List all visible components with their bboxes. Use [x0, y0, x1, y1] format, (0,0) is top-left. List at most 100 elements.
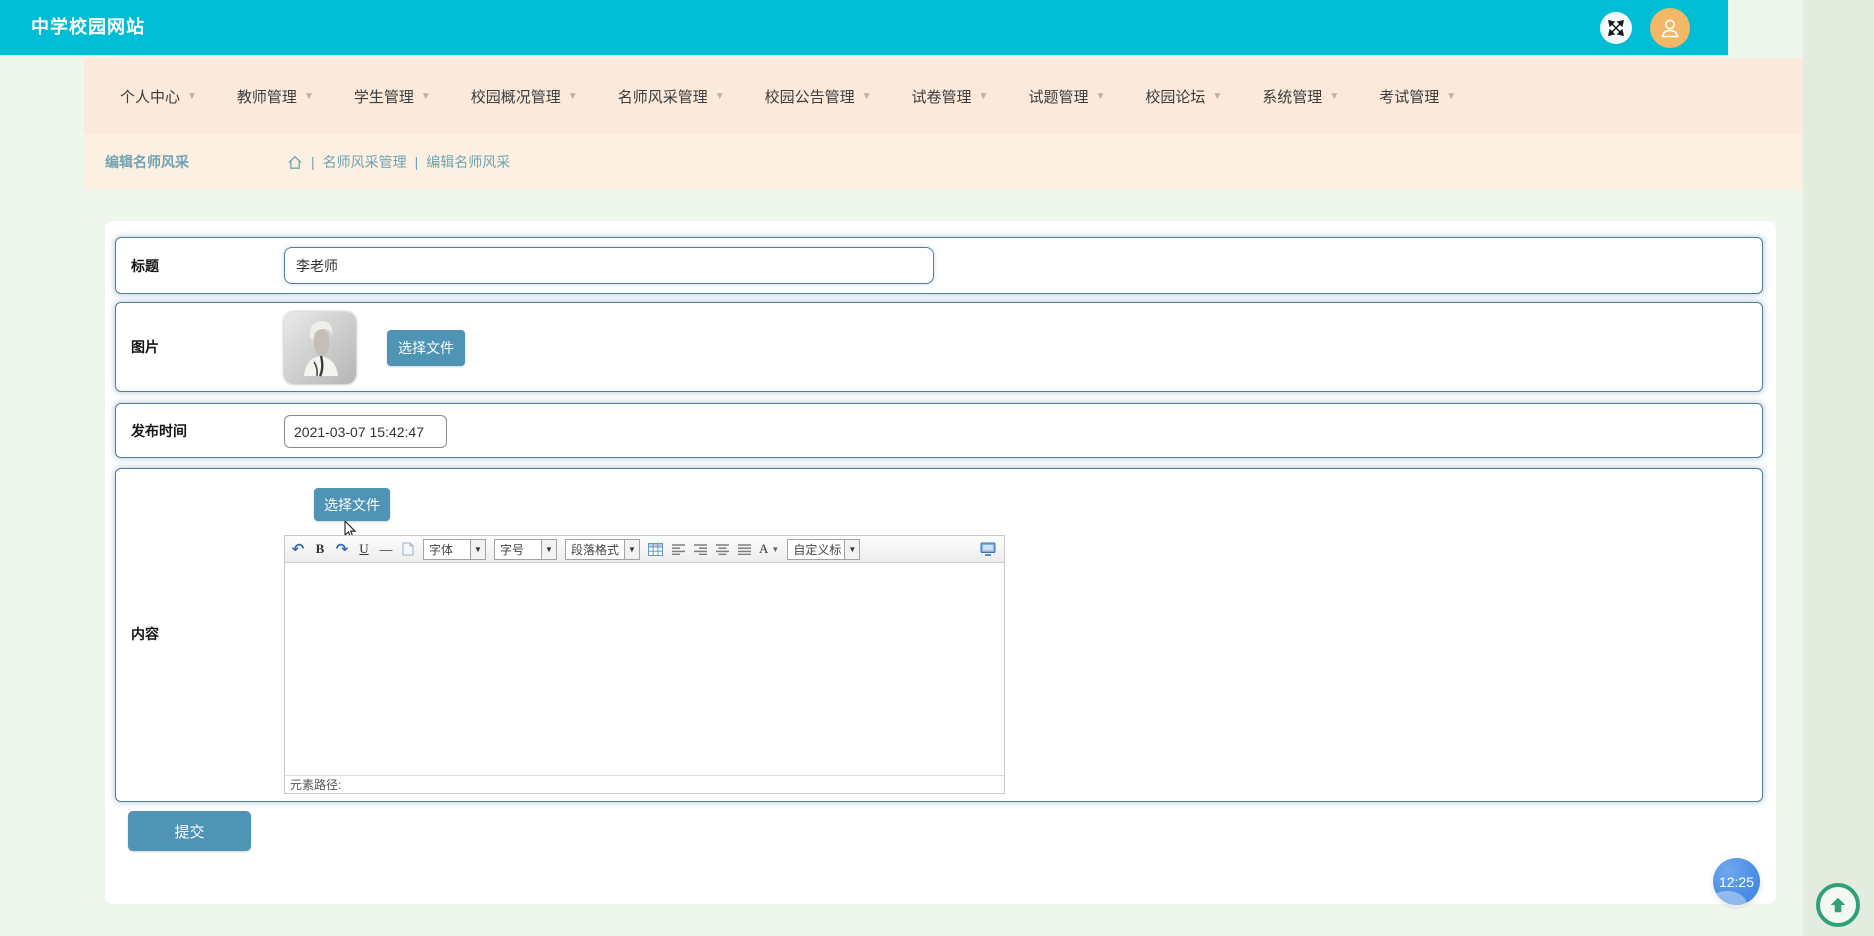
- choose-image-button[interactable]: 选择文件: [387, 330, 465, 366]
- bold-button[interactable]: B: [313, 539, 327, 559]
- clock-widget[interactable]: 12:25: [1713, 858, 1760, 905]
- nav-item-famous-teacher-management[interactable]: 名师风采管理 ▼: [598, 78, 745, 115]
- nav-item-label: 学生管理: [353, 88, 414, 106]
- publish-time-label: 发布时间: [131, 422, 187, 439]
- rich-text-editor: ↶ B ↷ U — 字体 ▼ 字号 ▼ 段落格式 ▼ A ▼ 自定义标 ▼ 元素…: [284, 535, 1005, 794]
- user-avatar-button[interactable]: [1650, 7, 1690, 48]
- title-label: 标题: [131, 257, 159, 274]
- chevron-down-icon: ▼: [1329, 90, 1340, 102]
- nav-item-teacher-management[interactable]: 教师管理 ▼: [217, 78, 334, 115]
- expand-arrows-icon: [1608, 19, 1624, 36]
- paragraph-format-value: 段落格式: [571, 542, 620, 557]
- font-size-select[interactable]: 字号 ▼: [494, 538, 557, 560]
- custom-style-select[interactable]: 自定义标 ▼: [787, 538, 861, 560]
- breadcrumb: 编辑名师风采 | 名师风采管理 | 编辑名师风采: [84, 134, 1803, 190]
- back-to-top-button[interactable]: [1816, 883, 1860, 927]
- chevron-down-icon: ▼: [420, 90, 431, 102]
- underline-button[interactable]: U: [357, 539, 371, 559]
- font-family-select[interactable]: 字体 ▼: [423, 538, 486, 560]
- chevron-down-icon: ▼: [1095, 90, 1106, 102]
- nav-item-campus-forum[interactable]: 校园论坛 ▼: [1125, 78, 1242, 115]
- editor-content-area[interactable]: [285, 563, 1004, 775]
- chevron-down-icon: ▼: [1212, 90, 1223, 102]
- nav-item-label: 试卷管理: [911, 88, 972, 106]
- breadcrumb-separator: |: [311, 154, 315, 170]
- page-title: 编辑名师风采: [105, 154, 189, 170]
- font-family-value: 字体: [429, 542, 454, 557]
- redo-icon[interactable]: ↷: [335, 539, 349, 559]
- nav-item-question-management[interactable]: 试题管理 ▼: [1008, 78, 1125, 115]
- nav-item-label: 试题管理: [1028, 88, 1089, 106]
- align-justify-icon[interactable]: [737, 539, 751, 559]
- nav-item-label: 名师风采管理: [617, 88, 708, 106]
- page-right-gutter: [1803, 0, 1874, 936]
- breadcrumb-separator: |: [414, 154, 419, 170]
- element-path-label: 元素路径:: [290, 778, 342, 792]
- chevron-down-icon: ▼: [567, 90, 578, 102]
- fullscreen-button[interactable]: [1600, 11, 1632, 44]
- nav-item-personal-center[interactable]: 个人中心 ▼: [100, 78, 217, 115]
- table-icon[interactable]: [648, 539, 663, 559]
- align-left-icon[interactable]: [671, 539, 685, 559]
- editor-toolbar: ↶ B ↷ U — 字体 ▼ 字号 ▼ 段落格式 ▼ A ▼ 自定义标 ▼: [285, 536, 1004, 563]
- element-path-bar: 元素路径:: [285, 775, 1004, 794]
- custom-style-value: 自定义标: [793, 542, 842, 557]
- content-label: 内容: [131, 626, 159, 642]
- title-input[interactable]: [284, 247, 934, 284]
- chevron-down-icon: ▼: [771, 544, 780, 554]
- chevron-down-icon: ▼: [978, 90, 989, 102]
- home-icon[interactable]: [287, 155, 303, 170]
- nav-item-campus-overview-management[interactable]: 校园概况管理 ▼: [451, 78, 598, 115]
- paragraph-format-select[interactable]: 段落格式 ▼: [565, 538, 640, 560]
- nav-item-label: 校园概况管理: [470, 88, 561, 106]
- nav-item-label: 校园公告管理: [764, 88, 855, 106]
- chevron-down-icon: ▼: [844, 539, 860, 559]
- nav-item-label: 校园论坛: [1145, 88, 1206, 106]
- nav-item-exam-paper-management[interactable]: 试卷管理 ▼: [892, 78, 1009, 115]
- font-color-letter: A: [759, 541, 769, 556]
- nav-item-label: 系统管理: [1262, 88, 1323, 106]
- nav-item-exam-management[interactable]: 考试管理 ▼: [1359, 78, 1476, 115]
- font-color-button[interactable]: A ▼: [759, 539, 779, 559]
- chevron-down-icon: ▼: [1446, 90, 1457, 102]
- teacher-photo: [284, 312, 356, 384]
- form-row-content: 内容 选择文件 ↶ B ↷ U — 字体 ▼ 字号 ▼ 段落格式 ▼ A ▼ 自…: [115, 468, 1763, 802]
- submit-button[interactable]: 提交: [128, 811, 251, 851]
- nav-item-system-management[interactable]: 系统管理 ▼: [1242, 78, 1359, 115]
- chevron-down-icon: ▼: [303, 90, 314, 102]
- undo-icon[interactable]: ↶: [291, 539, 305, 559]
- breadcrumb-link[interactable]: 名师风采管理: [323, 152, 407, 172]
- publish-time-input[interactable]: [284, 415, 447, 448]
- clock-time: 12:25: [1718, 873, 1755, 890]
- chevron-down-icon: ▼: [624, 539, 639, 559]
- nav-item-label: 教师管理: [236, 88, 297, 106]
- form-row-title: 标题: [115, 237, 1763, 294]
- align-right-icon[interactable]: [693, 539, 707, 559]
- chevron-down-icon: ▼: [714, 90, 725, 102]
- main-nav: 个人中心 ▼ 教师管理 ▼ 学生管理 ▼ 校园概况管理 ▼ 名师风采管理 ▼ 校园公告管理…: [84, 58, 1803, 134]
- nav-item-label: 考试管理: [1379, 88, 1440, 106]
- choose-content-file-button[interactable]: 选择文件: [314, 488, 390, 521]
- horizontal-rule-button[interactable]: —: [379, 539, 393, 559]
- user-icon: [1661, 19, 1679, 37]
- form-row-image: 图片 选择文件: [115, 302, 1763, 392]
- page: 中学校园网站 个人中心 ▼ 教师管理 ▼ 学生管理 ▼ 校园概况管理 ▼ 名师风…: [0, 0, 1874, 936]
- image-label: 图片: [131, 339, 159, 355]
- chevron-down-icon: ▼: [541, 539, 556, 559]
- chevron-down-icon: ▼: [470, 539, 485, 559]
- paste-icon[interactable]: [401, 539, 415, 559]
- nav-item-student-management[interactable]: 学生管理 ▼: [334, 78, 451, 115]
- fullscreen-editor-icon[interactable]: [980, 539, 996, 559]
- header-actions: [1600, 0, 1690, 55]
- nav-item-campus-announcement-management[interactable]: 校园公告管理 ▼: [745, 78, 892, 115]
- align-center-icon[interactable]: [715, 539, 729, 559]
- app-header: 中学校园网站: [0, 0, 1728, 55]
- arrow-up-icon: [1830, 897, 1846, 913]
- form-card: 标题 图片 选择文件: [105, 221, 1776, 904]
- form-row-publish-time: 发布时间: [115, 403, 1763, 458]
- chevron-down-icon: ▼: [861, 90, 872, 102]
- chevron-down-icon: ▼: [187, 90, 197, 102]
- breadcrumb-current: 编辑名师风采: [426, 154, 511, 170]
- app-title: 中学校园网站: [31, 17, 145, 37]
- nav-item-label: 个人中心: [120, 88, 181, 106]
